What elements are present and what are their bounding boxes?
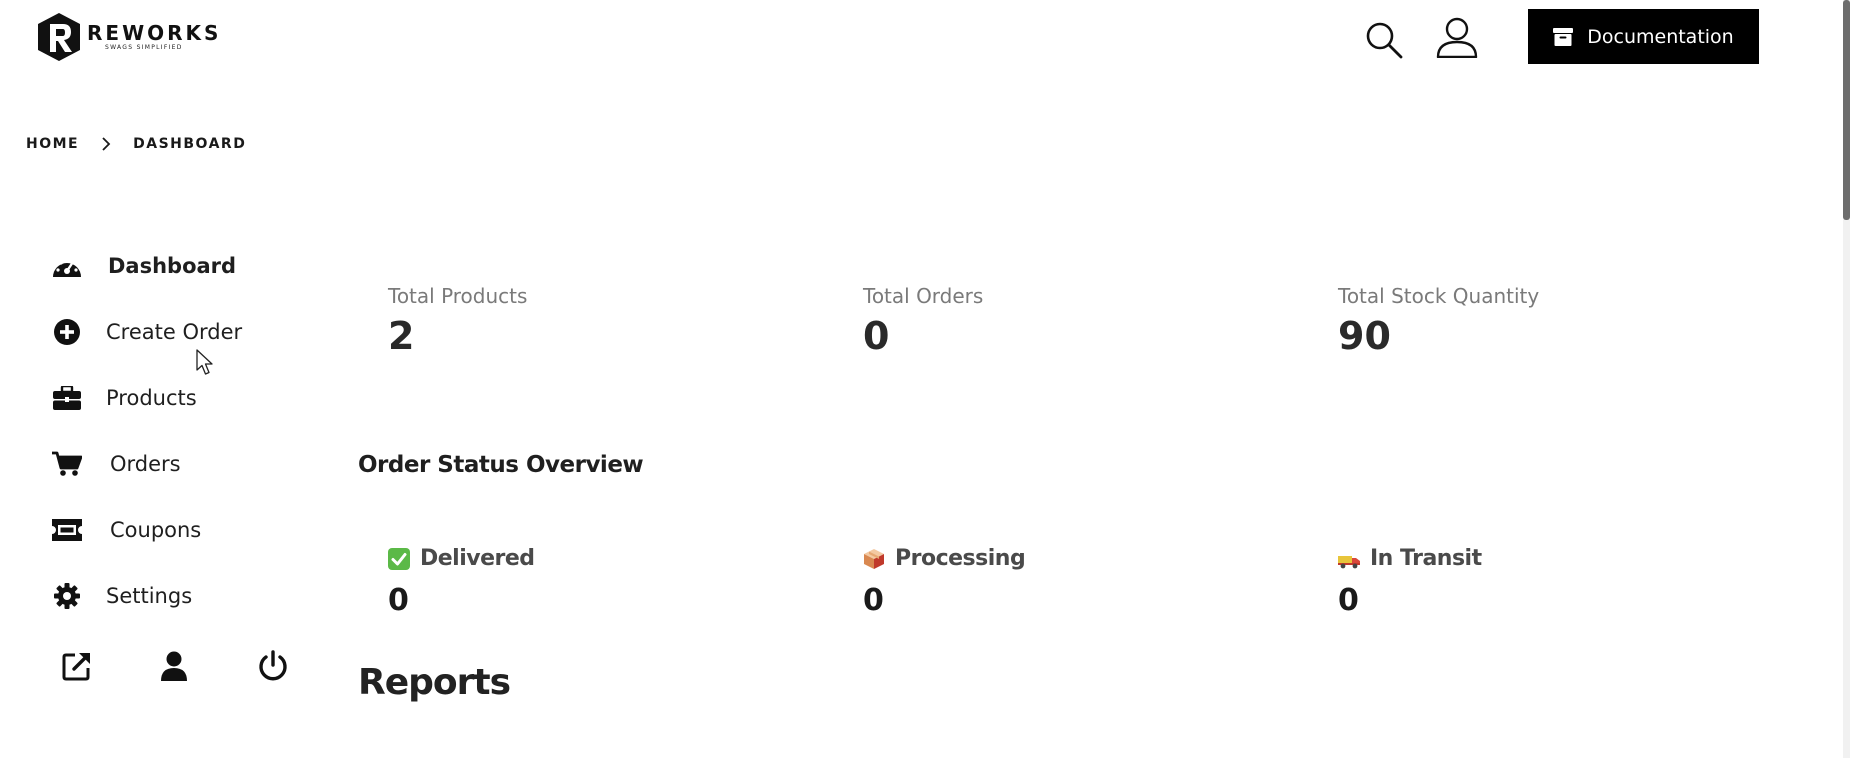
order-status-title: Order Status Overview [358, 452, 644, 478]
archive-icon [1553, 27, 1574, 46]
truck-icon [1338, 555, 1360, 568]
status-label: In Transit [1370, 546, 1482, 571]
sidebar-item-coupons[interactable]: Coupons [52, 516, 201, 544]
status-label: Delivered [420, 546, 535, 571]
cart-icon [52, 450, 82, 478]
breadcrumb-home[interactable]: HOME [26, 136, 79, 152]
sidebar-item-label: Dashboard [108, 254, 237, 278]
external-link-icon[interactable] [61, 650, 93, 682]
ticket-icon [52, 516, 82, 544]
stat-value: 2 [388, 314, 415, 358]
gear-icon [52, 582, 82, 610]
sidebar-item-label: Orders [110, 452, 181, 476]
stat-total-orders: Total Orders 0 [863, 284, 983, 358]
status-value: 0 [863, 583, 884, 618]
documentation-label: Documentation [1587, 25, 1734, 48]
status-delivered: Delivered 0 [388, 546, 535, 618]
reports-title: Reports [358, 662, 511, 703]
status-label: Processing [895, 546, 1026, 571]
status-value: 0 [1338, 583, 1359, 618]
mouse-pointer-icon [196, 349, 213, 375]
search-icon[interactable] [1364, 20, 1404, 60]
sidebar-item-label: Settings [106, 584, 193, 608]
stat-label: Total Stock Quantity [1338, 284, 1540, 308]
header: REWORKS SWAGS SIMPLIFIED Documentation [0, 0, 1843, 80]
stat-label: Total Products [388, 284, 528, 308]
logo-tagline: SWAGS SIMPLIFIED [105, 44, 183, 51]
user-account-icon[interactable] [1436, 16, 1478, 58]
status-in-transit: In Transit 0 [1338, 546, 1482, 618]
package-icon [864, 548, 884, 569]
sidebar-item-orders[interactable]: Orders [52, 450, 181, 478]
logo[interactable]: REWORKS SWAGS SIMPLIFIED [37, 12, 221, 62]
stat-total-products: Total Products 2 [388, 284, 527, 358]
sidebar-item-label: Create Order [106, 320, 243, 344]
speedometer-icon [52, 252, 82, 280]
breadcrumb: HOME DASHBOARD [26, 136, 246, 152]
stat-label: Total Orders [863, 284, 984, 308]
logo-mark-icon [38, 13, 80, 61]
breadcrumb-current: DASHBOARD [133, 136, 247, 152]
status-value: 0 [388, 583, 409, 618]
sidebar-item-settings[interactable]: Settings [52, 582, 192, 610]
sidebar-item-label: Coupons [110, 518, 202, 542]
stat-value: 90 [1338, 314, 1391, 358]
briefcase-icon [52, 384, 82, 412]
scrollbar-thumb[interactable] [1843, 0, 1850, 220]
plus-circle-icon [52, 318, 82, 346]
status-processing: Processing 0 [863, 546, 1026, 618]
sidebar-item-create-order[interactable]: Create Order [52, 318, 242, 346]
check-box-icon [388, 547, 410, 570]
sidebar-footer [0, 650, 300, 682]
chevron-right-icon [102, 137, 111, 151]
sidebar-item-label: Products [106, 386, 197, 410]
logo-name: REWORKS [87, 21, 222, 45]
stat-total-stock-quantity: Total Stock Quantity 90 [1338, 284, 1539, 358]
page-scrollbar[interactable] [1843, 0, 1850, 758]
documentation-button[interactable]: Documentation [1528, 9, 1759, 64]
sidebar-item-dashboard[interactable]: Dashboard [52, 252, 236, 280]
power-icon[interactable] [257, 650, 289, 682]
stat-value: 0 [863, 314, 890, 358]
sidebar-item-products[interactable]: Products [52, 384, 197, 412]
user-icon[interactable] [158, 650, 190, 682]
